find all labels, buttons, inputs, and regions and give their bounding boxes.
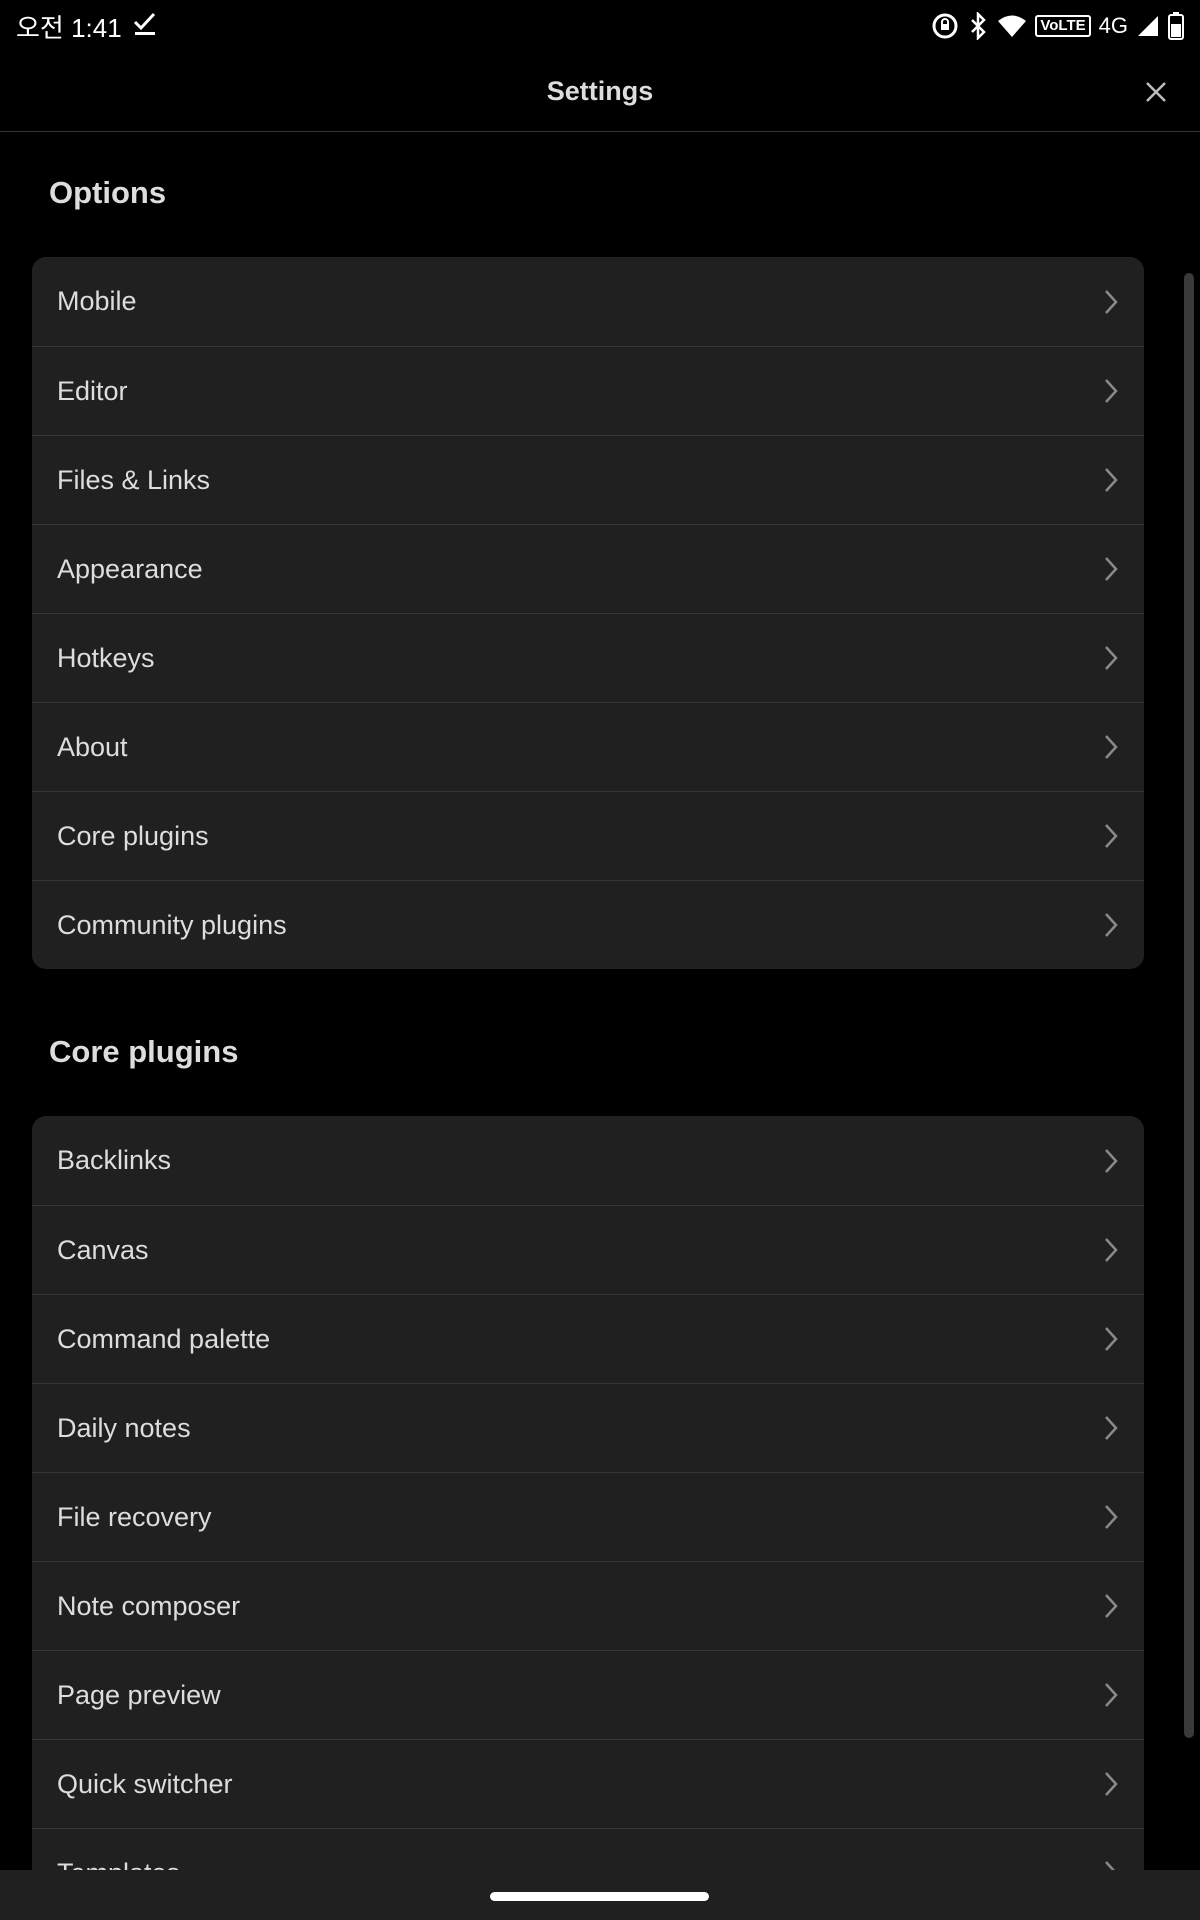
home-handle[interactable] [490,1892,709,1901]
chevron-right-icon [1102,1414,1120,1442]
chevron-right-icon [1102,466,1120,494]
options-section-title: Options [49,175,167,210]
settings-row-label: About [57,731,128,762]
settings-row-label: Hotkeys [57,642,155,673]
settings-row[interactable]: Community plugins [32,880,1144,969]
settings-row-label: Core plugins [57,820,209,851]
close-icon [1146,82,1166,102]
chevron-right-icon [1102,1859,1120,1870]
settings-row-label: Canvas [57,1234,149,1265]
settings-row[interactable]: File recovery [32,1472,1144,1561]
battery-icon [1168,12,1184,40]
settings-row-label: Daily notes [57,1412,191,1443]
settings-row[interactable]: Editor [32,346,1144,435]
settings-row[interactable]: Page preview [32,1650,1144,1739]
task-check-icon [132,10,158,43]
settings-row-label: File recovery [57,1501,212,1532]
chevron-right-icon [1102,1236,1120,1264]
status-bar: 오전 1:41 VoLTE 4G [0,0,1200,52]
chevron-right-icon [1102,1681,1120,1709]
core-plugins-card: Backlinks Canvas Command palette Daily note… [32,1116,1144,1870]
chevron-right-icon [1102,1503,1120,1531]
settings-row[interactable]: Command palette [32,1294,1144,1383]
volte-badge: VoLTE [1035,15,1091,37]
chevron-right-icon [1102,377,1120,405]
navigation-bar [0,1870,1200,1920]
chevron-right-icon [1102,1325,1120,1353]
status-time: 오전 1:41 [16,12,122,43]
settings-row[interactable]: Backlinks [32,1116,1144,1205]
chevron-right-icon [1102,1147,1120,1175]
settings-row[interactable]: Core plugins [32,791,1144,880]
chevron-right-icon [1102,911,1120,939]
settings-row-label: Command palette [57,1323,271,1354]
chevron-right-icon [1102,733,1120,761]
settings-row[interactable]: Hotkeys [32,613,1144,702]
settings-row-label: Community plugins [57,909,287,940]
settings-row-label: Templates [57,1858,180,1871]
settings-row[interactable]: Templates [32,1828,1144,1870]
settings-row[interactable]: Appearance [32,524,1144,613]
settings-row[interactable]: Daily notes [32,1383,1144,1472]
core-plugins-section-title: Core plugins [49,1034,239,1069]
status-right: VoLTE 4G [931,12,1184,40]
chevron-right-icon [1102,1770,1120,1798]
chevron-right-icon [1102,555,1120,583]
settings-row-label: Page preview [57,1679,221,1710]
options-card: Mobile Editor Files & Links Appearance Hotke… [32,257,1144,969]
settings-row-label: Note composer [57,1590,241,1621]
network-type: 4G [1098,13,1128,38]
rotation-lock-icon [931,12,959,40]
settings-row-label: Backlinks [57,1145,172,1175]
chevron-right-icon [1102,1592,1120,1620]
chevron-right-icon [1102,822,1120,850]
page-title: Settings [546,76,654,106]
settings-row[interactable]: Note composer [32,1561,1144,1650]
settings-row[interactable]: Mobile [32,257,1144,346]
settings-header: Settings [0,52,1200,132]
settings-row-label: Quick switcher [57,1768,233,1799]
settings-row[interactable]: Quick switcher [32,1739,1144,1828]
status-left: 오전 1:41 [16,8,158,45]
settings-row[interactable]: Canvas [32,1205,1144,1294]
wifi-icon [997,14,1027,38]
settings-content[interactable]: Options Mobile Editor Files & Links Appeara… [0,133,1200,1870]
scrollbar[interactable] [1184,273,1194,1738]
settings-row-label: Appearance [57,553,203,584]
settings-row[interactable]: About [32,702,1144,791]
bluetooth-icon [967,12,989,40]
chevron-right-icon [1102,288,1120,316]
cell-signal-icon [1136,14,1160,38]
close-button[interactable] [1136,72,1176,112]
settings-row-label: Editor [57,375,128,406]
settings-row[interactable]: Files & Links [32,435,1144,524]
chevron-right-icon [1102,644,1120,672]
settings-row-label: Mobile [57,286,137,316]
settings-row-label: Files & Links [57,464,211,495]
